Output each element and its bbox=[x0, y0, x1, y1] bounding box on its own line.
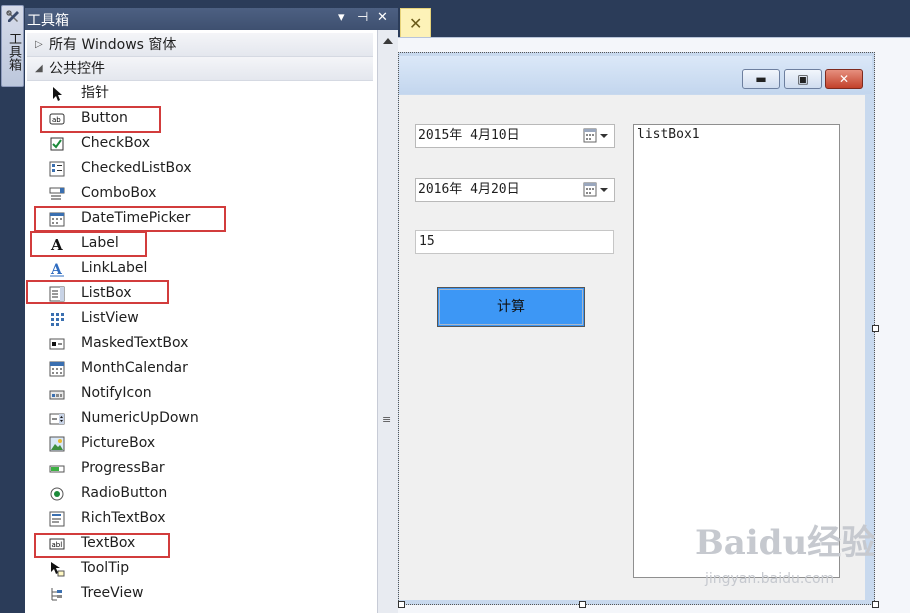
toolbox-item-combobox[interactable]: ComboBox bbox=[25, 181, 375, 206]
maskedtextbox-icon bbox=[49, 338, 65, 350]
toolbox-item-picturebox[interactable]: PictureBox bbox=[25, 431, 375, 456]
maximize-button[interactable]: ▣ bbox=[784, 69, 822, 89]
scroll-grip-icon[interactable]: ≡ bbox=[382, 414, 394, 430]
toolbox-title: 工具箱 bbox=[27, 13, 69, 29]
combobox-icon bbox=[49, 187, 65, 200]
linklabel-icon: A bbox=[50, 262, 64, 277]
resize-handle-bottom-right[interactable] bbox=[872, 601, 879, 608]
calendar-dropdown-icon[interactable] bbox=[583, 182, 611, 198]
toolbox-item-progressbar[interactable]: ProgressBar bbox=[25, 456, 375, 481]
toolbox-item-label: RadioButton bbox=[81, 485, 168, 501]
expand-arrow-icon: ▷ bbox=[35, 39, 43, 50]
toolbox-item-label: CheckedListBox bbox=[81, 160, 192, 176]
maximize-icon: ▣ bbox=[797, 72, 809, 86]
category-common-controls[interactable]: ◢ 公共控件 bbox=[27, 57, 373, 81]
toolbox-list: ▷ 所有 Windows 窗体 ◢ 公共控件 指针 ab Button Chec… bbox=[25, 30, 377, 613]
calendar-dropdown-icon[interactable] bbox=[583, 128, 611, 144]
datetimepicker-2[interactable]: 2016年 4月20日 bbox=[415, 178, 615, 202]
calculate-button[interactable]: 计算 bbox=[437, 287, 585, 327]
toolbox-item-richtextbox[interactable]: RichTextBox bbox=[25, 506, 375, 531]
watermark-url: jingyan.baidu.com bbox=[705, 571, 835, 587]
radiobutton-icon bbox=[50, 487, 64, 501]
toolbox-item-label: NumericUpDown bbox=[81, 410, 199, 426]
category-all-windows-forms[interactable]: ▷ 所有 Windows 窗体 bbox=[27, 33, 373, 57]
svg-text:A: A bbox=[50, 262, 63, 277]
resize-handle-right[interactable] bbox=[872, 325, 879, 332]
form-titlebar: ▬ ▣ ✕ bbox=[399, 56, 872, 94]
toolbox-item-numericupdown[interactable]: NumericUpDown bbox=[25, 406, 375, 431]
close-icon[interactable]: ✕ bbox=[377, 10, 388, 25]
category-label: 公共控件 bbox=[49, 61, 105, 77]
highlight-box-listbox bbox=[26, 280, 169, 304]
toolbox-item-label: LinkLabel bbox=[81, 260, 148, 276]
datetimepicker-1-value: 2015年 4月10日 bbox=[418, 128, 520, 143]
richtextbox-icon bbox=[49, 511, 65, 527]
highlight-box-textbox bbox=[34, 533, 170, 558]
listview-icon bbox=[51, 313, 64, 326]
toolbox-item-linklabel[interactable]: A LinkLabel bbox=[25, 256, 375, 281]
toolbox-item-radiobutton[interactable]: RadioButton bbox=[25, 481, 375, 506]
toolbox-item-label: ComboBox bbox=[81, 185, 157, 201]
highlight-box-label bbox=[30, 231, 147, 257]
pin-icon[interactable]: ⊣ bbox=[357, 10, 368, 25]
minimize-icon: ▬ bbox=[755, 72, 767, 86]
toolbox-item-label: MonthCalendar bbox=[81, 360, 188, 376]
toolbox-item-tooltip[interactable]: ToolTip bbox=[25, 556, 375, 581]
toolbox-dock-tab[interactable]: 工具箱 bbox=[1, 5, 24, 87]
toolbox-item-label: ProgressBar bbox=[81, 460, 165, 476]
tools-icon bbox=[6, 10, 19, 22]
dock-strip: 工具箱 bbox=[0, 0, 25, 613]
collapse-arrow-icon: ◢ bbox=[35, 63, 43, 74]
toolbox-item-label: TreeView bbox=[81, 585, 144, 601]
toolbox-panel: 工具箱 ▾ ⊣ ✕ ▷ 所有 Windows 窗体 ◢ 公共控件 指针 ab B… bbox=[25, 8, 398, 613]
designer-tab[interactable]: ✕ bbox=[400, 8, 431, 38]
toolbox-item-pointer[interactable]: 指针 bbox=[25, 81, 375, 106]
toolbox-item-label: ToolTip bbox=[81, 560, 130, 576]
toolbox-item-listview[interactable]: ListView bbox=[25, 306, 375, 331]
monthcalendar-icon bbox=[49, 361, 65, 377]
toolbox-item-monthcalendar[interactable]: MonthCalendar bbox=[25, 356, 375, 381]
highlight-box-datetimepicker bbox=[34, 206, 226, 232]
dock-tab-label: 工具箱 bbox=[6, 32, 21, 71]
toolbox-item-label: MaskedTextBox bbox=[81, 335, 189, 351]
toolbox-item-label: RichTextBox bbox=[81, 510, 166, 526]
toolbox-item-label: PictureBox bbox=[81, 435, 156, 451]
treeview-icon bbox=[51, 588, 62, 601]
listbox-1[interactable]: listBox1 bbox=[633, 124, 840, 578]
dropdown-icon[interactable]: ▾ bbox=[338, 10, 345, 25]
minimize-button[interactable]: ▬ bbox=[742, 69, 780, 89]
pointer-icon bbox=[53, 87, 62, 101]
scroll-up-icon[interactable] bbox=[383, 38, 393, 44]
checkbox-icon bbox=[50, 137, 64, 151]
progressbar-icon bbox=[49, 465, 65, 473]
toolbox-item-maskedtextbox[interactable]: MaskedTextBox bbox=[25, 331, 375, 356]
toolbox-item-notifyicon[interactable]: NotifyIcon bbox=[25, 381, 375, 406]
close-button[interactable]: ✕ bbox=[825, 69, 863, 89]
close-icon: ✕ bbox=[838, 72, 850, 86]
toolbox-scrollbar[interactable]: ≡ bbox=[377, 30, 398, 613]
picturebox-icon bbox=[49, 436, 65, 452]
toolbox-item-label: NotifyIcon bbox=[81, 385, 152, 401]
datetimepicker-1[interactable]: 2015年 4月10日 bbox=[415, 124, 615, 148]
result-textbox[interactable]: 15 bbox=[415, 230, 614, 254]
category-label: 所有 Windows 窗体 bbox=[49, 37, 177, 53]
toolbox-item-label: CheckBox bbox=[81, 135, 151, 151]
listbox-1-label: listBox1 bbox=[637, 127, 700, 142]
toolbox-item-treeview[interactable]: TreeView bbox=[25, 581, 375, 606]
toolbox-item-label: 指针 bbox=[81, 85, 109, 101]
datetimepicker-2-value: 2016年 4月20日 bbox=[418, 182, 520, 197]
toolbox-item-label: ListView bbox=[81, 310, 139, 326]
tooltip-icon bbox=[51, 562, 65, 577]
highlight-box-button bbox=[40, 106, 161, 133]
resize-handle-bottom[interactable] bbox=[579, 601, 586, 608]
numericupdown-icon bbox=[49, 413, 65, 425]
toolbox-titlebar: 工具箱 ▾ ⊣ ✕ bbox=[25, 8, 398, 30]
watermark-logo: Baidu经验 bbox=[695, 523, 876, 563]
tab-close-icon[interactable]: ✕ bbox=[409, 14, 422, 33]
toolbox-item-checkbox[interactable]: CheckBox bbox=[25, 131, 375, 156]
toolbox-item-checkedlistbox[interactable]: CheckedListBox bbox=[25, 156, 375, 181]
checkedlistbox-icon bbox=[49, 161, 65, 177]
notifyicon-icon bbox=[49, 390, 65, 400]
resize-handle-bottom-left[interactable] bbox=[398, 601, 405, 608]
